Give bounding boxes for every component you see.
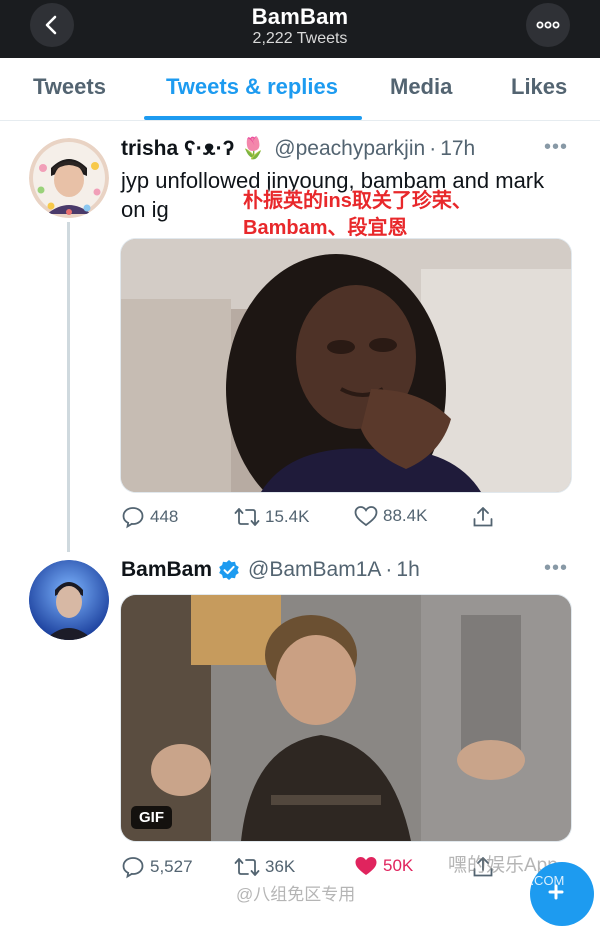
like-count: 88.4K [383, 506, 428, 525]
tweet-time[interactable]: 17h [440, 137, 475, 161]
tweet-header: BamBam @BamBam1A · 1h [121, 558, 420, 582]
avatar-trisha[interactable] [29, 138, 109, 218]
author-handle[interactable]: @BamBam1A [248, 558, 381, 582]
tweet-more-icon[interactable]: ••• [544, 136, 568, 159]
reply-count: 448 [150, 507, 179, 526]
profile-name: BamBam [251, 4, 349, 29]
site-watermark: JUZI.COM [503, 873, 565, 888]
tab-likes[interactable]: Likes [511, 74, 567, 100]
tweet-count: 2,222 Tweets [252, 30, 348, 47]
thread-line [67, 222, 70, 552]
heart-icon [354, 506, 378, 527]
tab-tweets[interactable]: Tweets [33, 74, 106, 100]
retweet-icon [234, 508, 260, 526]
compose-tweet-button[interactable] [530, 862, 594, 926]
like-button[interactable]: 50K [354, 855, 413, 877]
author-name[interactable]: BamBam [121, 558, 212, 582]
reply-icon [122, 507, 144, 529]
more-options-button[interactable] [526, 3, 570, 47]
avatar-bambam[interactable] [29, 560, 109, 640]
separator-dot: · [385, 558, 393, 581]
tweet-more-icon[interactable]: ••• [544, 557, 568, 580]
tweet-time[interactable]: 1h [396, 558, 419, 582]
reply-button[interactable]: 448 [121, 505, 178, 529]
compose-plus-icon [548, 884, 564, 900]
retweet-count: 15.4K [265, 507, 310, 526]
caption-overlay: 朴振英的ins取关了珍荣、Bambam、段宜恩 [243, 190, 472, 239]
gif-badge: GIF [131, 806, 172, 829]
verified-badge-icon [219, 560, 239, 580]
share-icon [473, 507, 493, 527]
share-button[interactable] [471, 505, 495, 529]
retweet-count: 36K [265, 857, 296, 876]
like-count: 50K [383, 856, 414, 875]
author-handle[interactable]: @peachyparkjin [274, 137, 425, 161]
separator-dot: · [429, 137, 437, 160]
more-icon [536, 21, 560, 29]
like-button[interactable]: 88.4K [354, 505, 427, 527]
retweet-button[interactable]: 15.4K [234, 505, 309, 529]
active-tab-indicator [144, 116, 362, 120]
reply-icon [122, 857, 144, 879]
tweet-image[interactable] [120, 238, 572, 493]
tab-tweets-replies[interactable]: Tweets & replies [166, 74, 338, 100]
tab-media[interactable]: Media [390, 74, 452, 100]
profile-header: BamBam 2,222 Tweets [0, 0, 600, 58]
retweet-icon [234, 858, 260, 876]
weibo-watermark: @八组免区专用 [236, 885, 356, 904]
tweet-header: trisha ʕ·ᴥ·ʔ 🌷 @peachyparkjin · 17h [121, 137, 475, 161]
retweet-button[interactable]: 36K [234, 855, 295, 879]
heart-filled-icon [355, 857, 377, 875]
tweet-actions: 448 15.4K 88.4K [121, 505, 521, 535]
tweet-gif[interactable]: GIF [120, 594, 572, 842]
author-name[interactable]: trisha ʕ·ᴥ·ʔ 🌷 [121, 137, 266, 161]
profile-tabs: Tweets Tweets & replies Media Likes [0, 58, 600, 121]
reply-button[interactable]: 5,527 [121, 855, 193, 879]
reply-count: 5,527 [150, 857, 193, 876]
